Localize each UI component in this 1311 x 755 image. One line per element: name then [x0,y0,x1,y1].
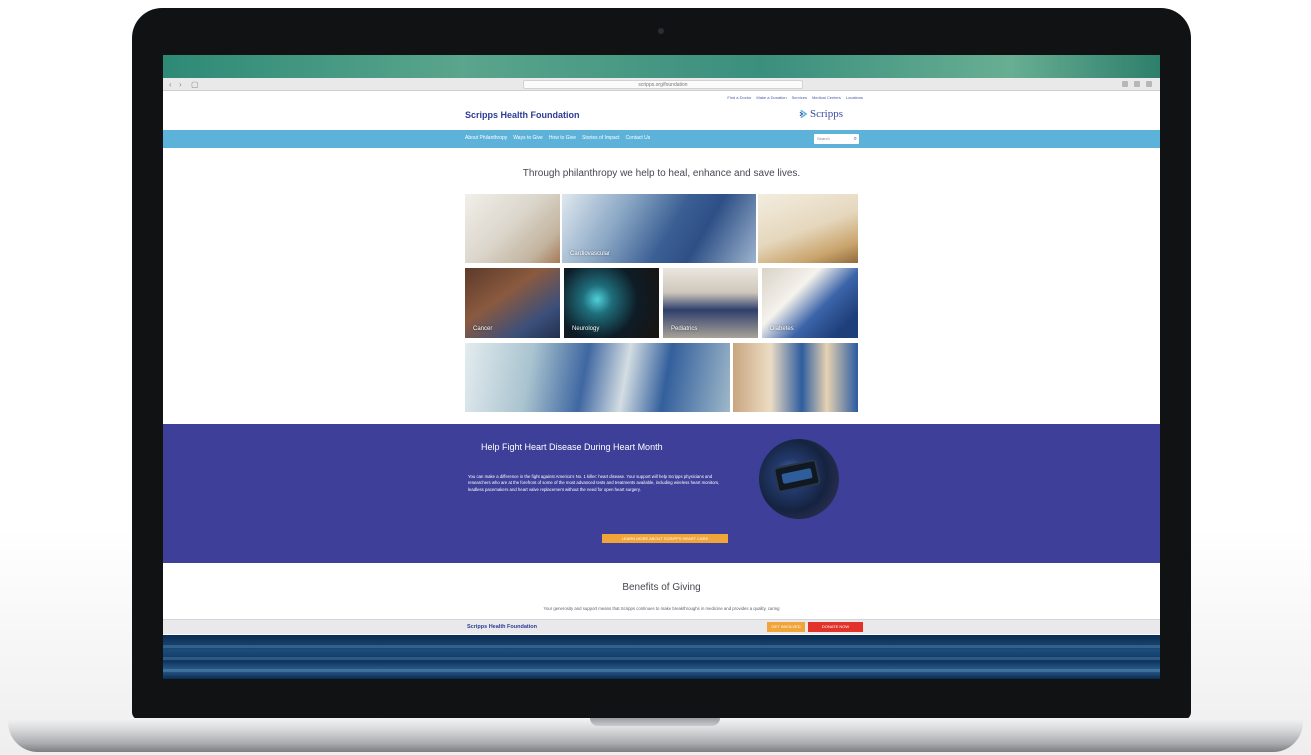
browser-actions [1102,81,1152,88]
donate-now-button[interactable]: DONATE NOW [808,622,863,632]
site-search-input[interactable]: Search ⌕ [814,134,859,144]
search-icon[interactable]: ⌕ [854,135,857,143]
photo-tile[interactable] [465,343,730,412]
banner-body: You can make a difference in the fight a… [468,474,720,492]
utility-links: Find a Doctor Make a Donation Services M… [683,95,863,100]
main-nav: About Philanthropy Ways to Give How to G… [163,130,1160,148]
logo-text: Scripps [810,108,843,120]
laptop-notch [590,718,720,726]
tile-caption: Pediatrics [671,326,698,332]
nav-item[interactable]: Ways to Give [513,135,543,141]
utility-link[interactable]: Medical Centers [812,95,841,100]
tile-caption: Cancer [473,326,493,332]
photo-tile-cancer[interactable]: Cancer [465,268,560,338]
heart-month-banner: Help Fight Heart Disease During Heart Mo… [163,424,1160,563]
utility-link[interactable]: Locations [846,95,863,100]
back-icon[interactable]: ‹ [169,81,176,89]
nav-item[interactable]: About Philanthropy [465,135,507,141]
photo-tile-cardiovascular[interactable]: Cardiovascular [562,194,756,263]
camera-icon [658,28,664,34]
add-tab-icon[interactable] [1146,81,1152,87]
photo-tile[interactable] [733,343,858,412]
sidebar-icon[interactable]: ▢ [191,81,199,89]
sticky-footer: Scripps Health Foundation GET INVOLVED D… [163,619,1160,634]
utility-link[interactable]: Services [792,95,807,100]
photo-stage: ‹ › ▢ scripps.org/foundation Find a Doct… [0,0,1311,755]
search-placeholder: Search [817,136,830,141]
nav-item[interactable]: Stories of Impact [582,135,620,141]
benefits-title: Benefits of Giving [622,582,701,593]
heart-monitor-image [759,439,839,519]
benefits-subtitle: Your generosity and support means that S… [543,606,780,611]
desktop-wallpaper-bottom [163,635,1160,679]
banner-title: Help Fight Heart Disease During Heart Mo… [481,442,663,452]
tabs-icon[interactable] [1134,81,1140,87]
photo-tile-pediatrics[interactable]: Pediatrics [663,268,758,338]
site-title[interactable]: Scripps Health Foundation [465,110,580,120]
share-icon[interactable] [1122,81,1128,87]
nav-item[interactable]: How to Give [549,135,576,141]
utility-link[interactable]: Find a Doctor [727,95,751,100]
photo-tile-diabetes[interactable]: Diabetes [762,268,858,338]
photo-tile[interactable] [758,194,858,263]
laptop-screen: ‹ › ▢ scripps.org/foundation Find a Doct… [163,55,1160,679]
scripps-logo[interactable]: Scripps [799,108,843,120]
address-bar[interactable]: scripps.org/foundation [523,80,803,89]
photo-tile-neurology[interactable]: Neurology [564,268,659,338]
photo-tile[interactable] [465,194,560,263]
tile-caption: Diabetes [770,326,794,332]
footer-brand[interactable]: Scripps Health Foundation [467,624,537,630]
tile-caption: Neurology [572,326,600,332]
utility-link[interactable]: Make a Donation [756,95,786,100]
learn-more-button[interactable]: LEARN MORE ABOUT SCRIPPS HEART CARE [602,534,728,543]
browser-toolbar: ‹ › ▢ scripps.org/foundation [163,78,1160,91]
scripps-logo-icon [799,109,808,119]
heart-monitor-device [772,458,822,494]
tile-caption: Cardiovascular [570,251,611,257]
desktop-wallpaper-top [163,55,1160,78]
get-involved-button[interactable]: GET INVOLVED [767,622,805,632]
nav-item[interactable]: Contact Us [626,135,651,141]
forward-icon[interactable]: › [179,81,186,89]
tagline: Through philanthropy we help to heal, en… [522,168,801,179]
